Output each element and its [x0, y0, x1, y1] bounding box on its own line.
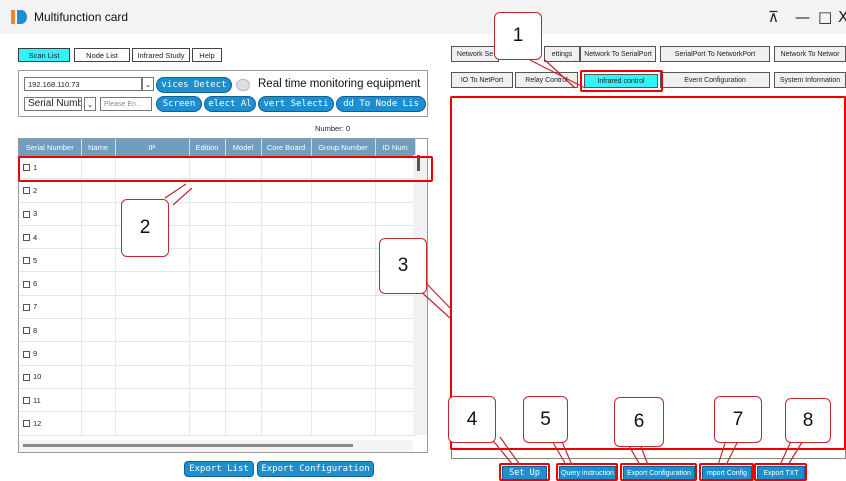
callout-2: 2	[121, 199, 169, 257]
callout-7: 7	[714, 396, 762, 443]
callout-8: 8	[785, 398, 831, 443]
callout-5: 5	[523, 396, 568, 443]
callout-1: 1	[494, 12, 542, 60]
callout-6: 6	[614, 397, 664, 447]
callout-3: 3	[379, 238, 427, 294]
callout-4: 4	[448, 396, 496, 443]
